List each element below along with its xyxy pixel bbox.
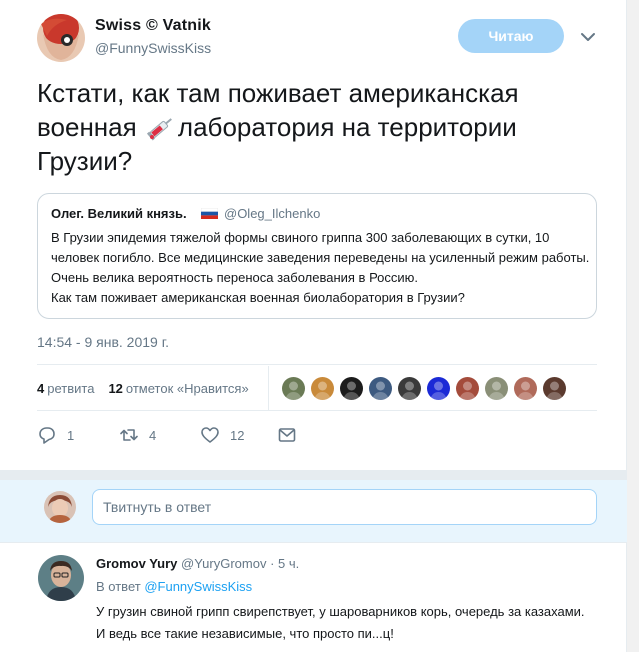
tweet-stats: 4 ретвита 12 отметок «Нравится»	[37, 376, 249, 400]
in-reply-prefix: В ответ	[96, 579, 141, 594]
like-button[interactable]: 12	[200, 425, 244, 445]
author-name[interactable]: Swiss © Vatnik	[95, 17, 211, 35]
follow-button[interactable]: Читаю	[458, 19, 564, 53]
liker-avatar[interactable]	[398, 377, 421, 400]
divider	[0, 542, 627, 543]
likes-stat[interactable]: 12 отметок «Нравится»	[108, 381, 248, 396]
scrollbar[interactable]	[627, 0, 639, 652]
in-reply-to: В ответ @FunnySwissKiss	[96, 579, 252, 594]
liker-avatars	[282, 377, 566, 400]
liker-avatar[interactable]	[427, 377, 450, 400]
reply-button[interactable]: 1	[37, 425, 74, 445]
liker-avatar[interactable]	[282, 377, 305, 400]
quote-author-handle: @Oleg_Ilchenko	[224, 206, 321, 221]
syringe-icon	[146, 113, 176, 141]
reply-author-avatar[interactable]	[38, 555, 84, 601]
in-reply-handle-link[interactable]: @FunnySwissKiss	[144, 579, 252, 594]
retweets-count: 4	[37, 380, 45, 396]
direct-message-button[interactable]	[277, 425, 297, 445]
likes-count: 12	[108, 380, 123, 396]
liker-avatar[interactable]	[311, 377, 334, 400]
reply-input[interactable]: Твитнуть в ответ	[92, 489, 597, 525]
retweet-icon	[120, 429, 138, 441]
divider	[37, 364, 597, 365]
liker-avatar[interactable]	[340, 377, 363, 400]
russian-flag-icon	[201, 208, 218, 219]
quote-body-paragraph: Как там поживает американская военная би…	[51, 290, 465, 305]
quote-body: В Грузии эпидемия тяжелой формы свиного …	[51, 228, 591, 308]
liker-avatar[interactable]	[456, 377, 479, 400]
reply-meta: @YuryGromov · 5 ч.	[181, 556, 300, 571]
liker-avatar[interactable]	[514, 377, 537, 400]
reply-text: У грузин свиной грипп свирепствует, у ша…	[96, 604, 585, 641]
liker-avatar[interactable]	[485, 377, 508, 400]
retweet-button[interactable]: 4	[119, 425, 156, 445]
liker-avatar[interactable]	[369, 377, 392, 400]
author-avatar[interactable]	[37, 14, 85, 62]
like-count: 12	[230, 427, 245, 443]
heart-icon	[201, 427, 219, 443]
reply-icon	[39, 427, 55, 444]
author-handle[interactable]: @FunnySwissKiss	[95, 40, 211, 56]
likes-label: отметок «Нравится»	[125, 380, 249, 396]
current-user-avatar[interactable]	[44, 491, 76, 523]
envelope-icon	[278, 428, 296, 442]
quote-author-name: Олег. Великий князь.	[51, 206, 187, 221]
retweet-count: 4	[149, 427, 157, 443]
tweet-timestamp[interactable]: 14:54 - 9 янв. 2019 г.	[37, 334, 169, 350]
divider	[37, 410, 597, 411]
quoted-tweet[interactable]: Олег. Великий князь. @Oleg_Ilchenko В Гр…	[37, 193, 597, 319]
chevron-down-icon[interactable]	[578, 29, 598, 45]
divider	[268, 366, 269, 410]
reply-composer: Твитнуть в ответ	[0, 480, 627, 542]
tweet-text: Кстати, как там поживает американская во…	[37, 76, 597, 178]
reply-count: 1	[67, 427, 75, 443]
retweets-label: ретвита	[47, 380, 95, 396]
quote-body-paragraph: В Грузии эпидемия тяжелой формы свиного …	[51, 230, 590, 285]
section-separator	[0, 470, 627, 480]
reply-author[interactable]: Gromov Yury @YuryGromov · 5 ч.	[96, 556, 299, 571]
liker-avatar[interactable]	[543, 377, 566, 400]
reply-author-name: Gromov Yury	[96, 556, 178, 571]
retweets-stat[interactable]: 4 ретвита	[37, 381, 94, 396]
